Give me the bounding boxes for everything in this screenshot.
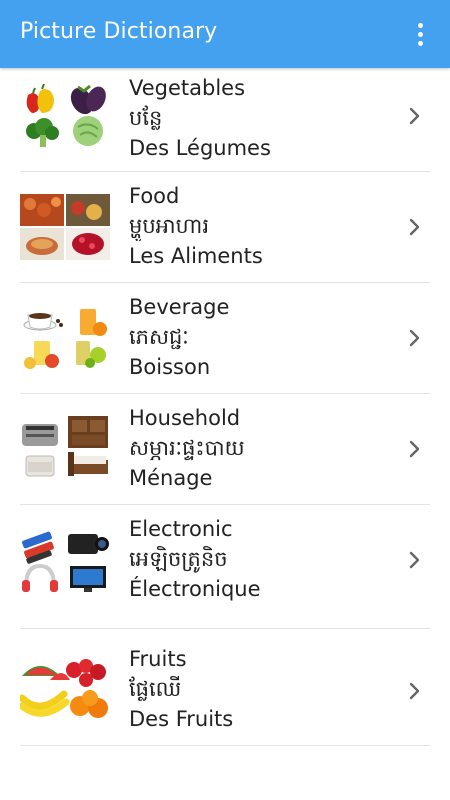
vegetables-thumbnail: [20, 83, 110, 149]
electronic-thumbnail: [20, 528, 110, 594]
chevron-right-icon: [409, 329, 420, 347]
french-label: Les Aliments: [129, 244, 263, 268]
category-row-household[interactable]: Household សម្ភារៈផ្ទះបាយ Ménage: [0, 394, 450, 505]
category-texts: Electronic អេឡិចត្រូនិច Électronique: [129, 514, 399, 604]
beverage-thumbnail: [20, 305, 110, 371]
category-row-fruits[interactable]: Fruits ផ្លែឈើ Des Fruits: [0, 629, 450, 746]
chevron-right-icon: [409, 551, 420, 569]
french-label: Des Fruits: [129, 707, 234, 731]
category-texts: Food ម្ហូបអាហារ Les Aliments: [129, 181, 399, 271]
household-thumbnail: [20, 416, 110, 482]
french-label: Des Légumes: [129, 136, 271, 160]
category-texts: Vegetables បន្លែ Des Légumes: [129, 73, 399, 163]
khmer-label: ផ្លែឈើ: [129, 677, 182, 701]
english-label: Household: [129, 406, 241, 430]
category-row-food[interactable]: Food ម្ហូបអាហារ Les Aliments: [0, 172, 450, 283]
english-label: Fruits: [129, 647, 187, 671]
category-row-vegetables[interactable]: Vegetables បន្លែ Des Légumes: [0, 68, 450, 172]
category-row-beverage[interactable]: Beverage ភេសជ្ជៈ Boisson: [0, 283, 450, 394]
app-bar: Picture Dictionary: [0, 0, 450, 68]
french-label: Ménage: [129, 466, 213, 490]
english-label: Food: [129, 184, 180, 208]
khmer-label: សម្ភារៈផ្ទះបាយ: [129, 436, 245, 460]
category-texts: Household សម្ភារៈផ្ទះបាយ Ménage: [129, 403, 399, 493]
english-label: Vegetables: [129, 76, 246, 100]
khmer-label: អេឡិចត្រូនិច: [129, 547, 228, 571]
overflow-dot: [417, 22, 423, 28]
more-vert-icon[interactable]: [408, 18, 432, 50]
chevron-right-icon: [409, 107, 420, 125]
app-title: Picture Dictionary: [20, 19, 218, 44]
row-divider: [20, 745, 430, 746]
french-label: Boisson: [129, 355, 211, 379]
chevron-right-icon: [409, 218, 420, 236]
category-row-electronic[interactable]: Electronic អេឡិចត្រូនិច Électronique: [0, 505, 450, 629]
khmer-label: ភេសជ្ជៈ: [129, 325, 189, 349]
overflow-dot: [417, 40, 423, 46]
khmer-label: បន្លែ: [129, 106, 163, 130]
english-label: Electronic: [129, 517, 233, 541]
overflow-dot: [417, 31, 423, 37]
chevron-right-icon: [409, 682, 420, 700]
english-label: Beverage: [129, 295, 230, 319]
french-label: Électronique: [129, 577, 261, 601]
chevron-right-icon: [409, 440, 420, 458]
category-texts: Beverage ភេសជ្ជៈ Boisson: [129, 292, 399, 382]
khmer-label: ម្ហូបអាហារ: [129, 214, 209, 238]
food-thumbnail: [20, 194, 110, 260]
category-texts: Fruits ផ្លែឈើ Des Fruits: [129, 644, 399, 734]
fruits-thumbnail: [20, 658, 110, 724]
